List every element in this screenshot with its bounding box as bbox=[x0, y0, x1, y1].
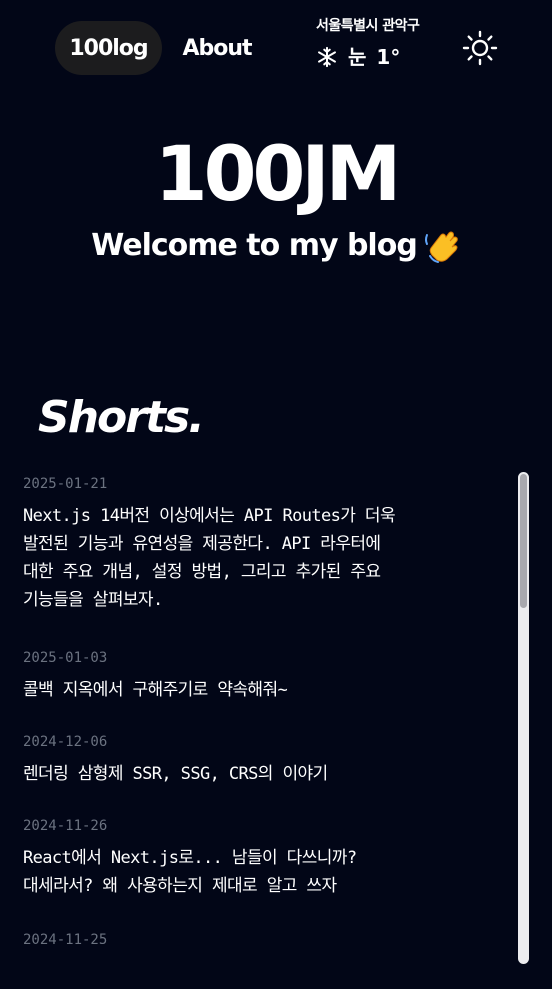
sun-icon[interactable] bbox=[462, 30, 498, 66]
scrollbar-track[interactable] bbox=[518, 472, 529, 964]
short-item[interactable]: 2024-11-26 React에서 Next.js로... 남들이 다쓰니까?… bbox=[23, 816, 507, 900]
short-item[interactable]: 2025-01-21 Next.js 14버전 이상에서는 API Routes… bbox=[23, 474, 507, 614]
hero-subtitle-text: Welcome to my blog bbox=[91, 228, 418, 263]
short-date: 2025-01-21 bbox=[23, 476, 108, 492]
weather-condition: 눈 bbox=[348, 45, 367, 69]
short-date: 2024-11-26 bbox=[23, 818, 108, 834]
weather-temperature: 1° bbox=[376, 45, 401, 69]
top-navigation: 100log About 서울특별시 관악구 눈 1° bbox=[0, 0, 552, 96]
weather-location: 서울특별시 관악구 bbox=[316, 18, 420, 34]
short-date: 2025-01-03 bbox=[23, 650, 108, 666]
shorts-heading: Shorts. bbox=[38, 392, 205, 443]
short-item[interactable]: 2025-01-03 콜백 지옥에서 구해주기로 약속해줘~ bbox=[23, 648, 507, 704]
short-title[interactable]: Next.js 14버전 이상에서는 API Routes가 더욱 발전된 기능… bbox=[23, 502, 507, 614]
nav-about-link[interactable]: About bbox=[176, 21, 258, 75]
short-item[interactable]: 2024-12-06 렌더링 삼형제 SSR, SSG, CRS의 이야기 bbox=[23, 732, 507, 788]
snowflake-icon bbox=[318, 46, 336, 68]
short-date: 2024-11-25 bbox=[23, 932, 108, 948]
waving-hand-icon bbox=[424, 231, 458, 263]
weather-info: 눈 1° bbox=[316, 44, 446, 70]
nav-home-link[interactable]: 100log bbox=[55, 21, 162, 75]
hero-title: 100JM bbox=[154, 129, 402, 218]
short-title[interactable]: 콜백 지옥에서 구해주기로 약속해줘~ bbox=[23, 676, 507, 704]
short-item[interactable]: 2024-11-25 bbox=[23, 930, 507, 958]
shorts-list[interactable]: 2025-01-21 Next.js 14버전 이상에서는 API Routes… bbox=[0, 466, 552, 989]
weather-widget: 서울특별시 관악구 눈 1° bbox=[316, 16, 446, 70]
hero-subtitle: Welcome to my blog bbox=[0, 224, 552, 268]
short-title[interactable]: React에서 Next.js로... 남들이 다쓰니까? 대세라서? 왜 사용… bbox=[23, 844, 507, 900]
short-date: 2024-12-06 bbox=[23, 734, 108, 750]
scrollbar-thumb[interactable] bbox=[520, 474, 527, 608]
short-title[interactable]: 렌더링 삼형제 SSR, SSG, CRS의 이야기 bbox=[23, 760, 507, 788]
